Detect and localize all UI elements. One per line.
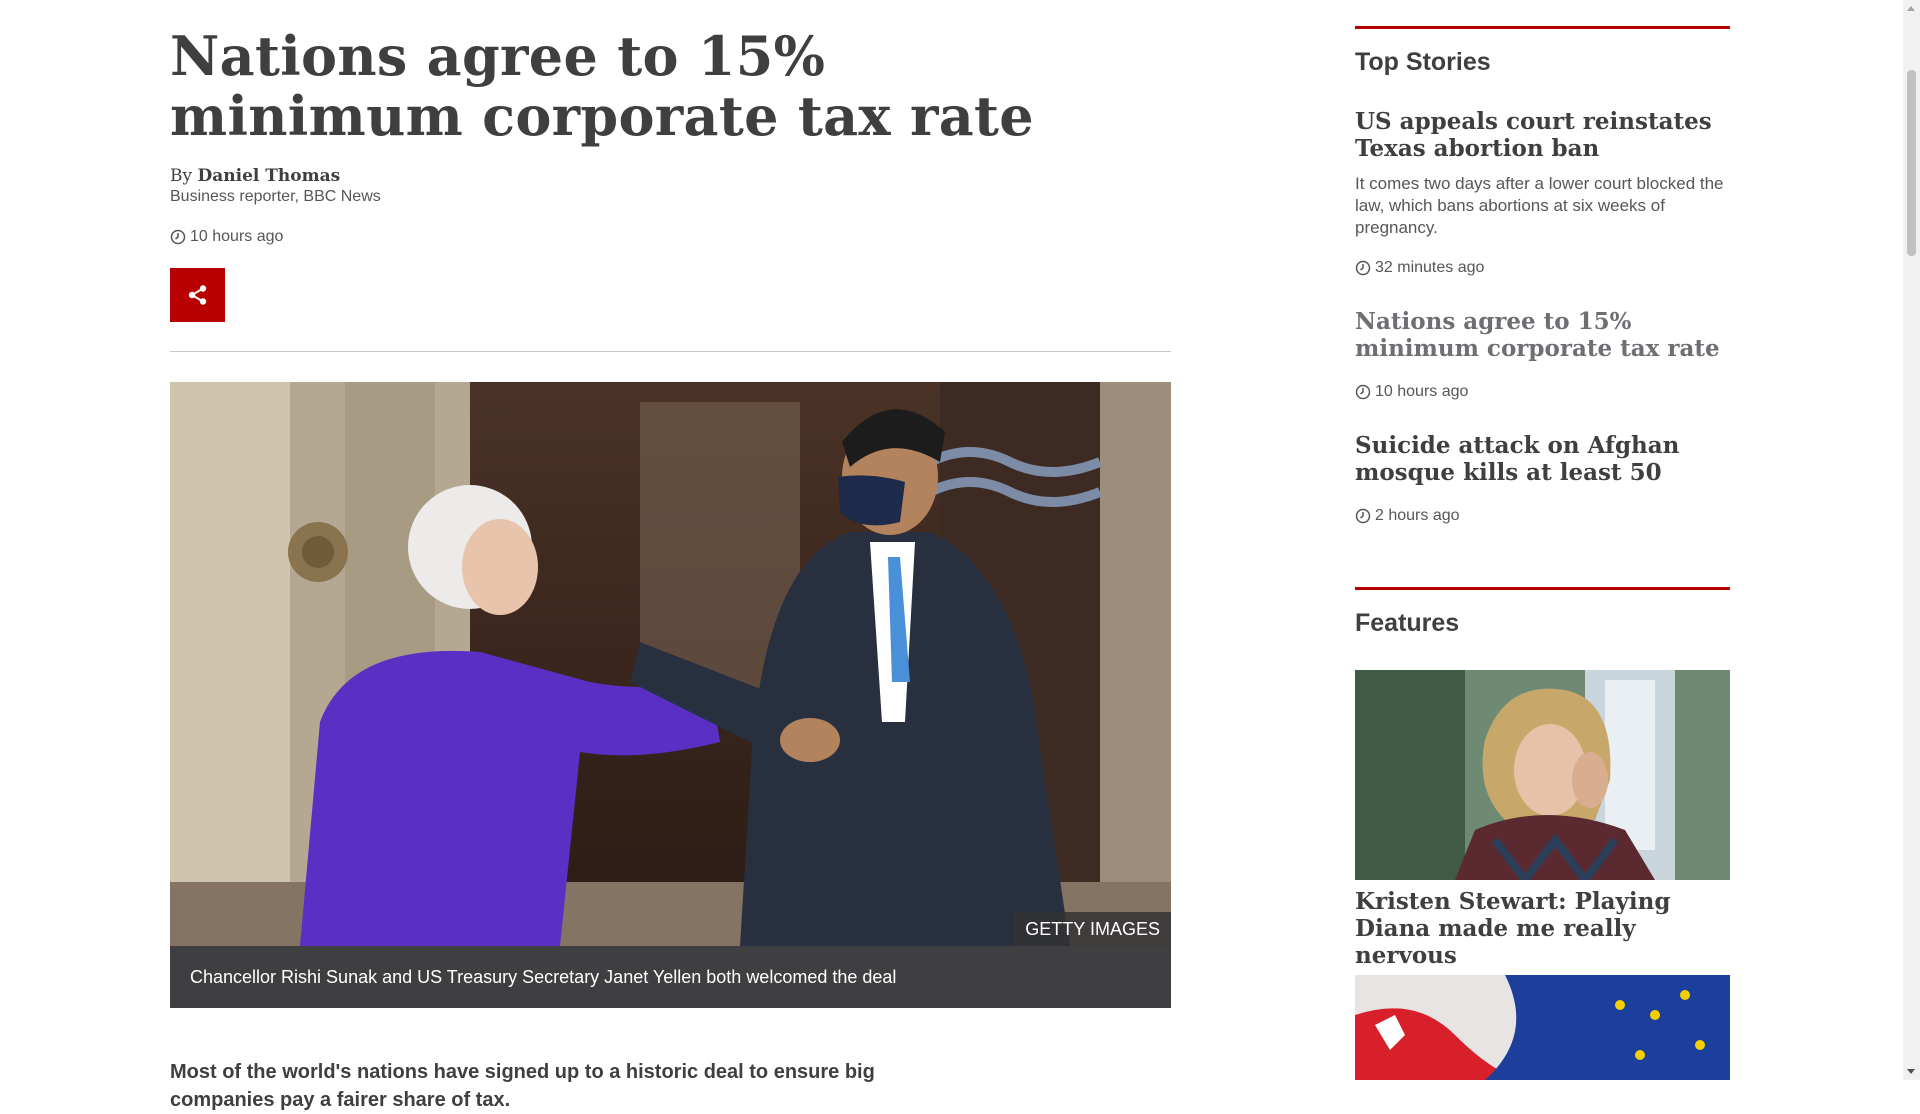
byline: By Daniel Thomas (170, 166, 340, 186)
image-credit: GETTY IMAGES (1014, 912, 1171, 946)
header-divider (170, 351, 1171, 352)
top-stories-heading: Top Stories (1355, 48, 1491, 76)
clock-icon (170, 229, 186, 245)
scroll-thumb[interactable] (1907, 70, 1916, 256)
top-story-time-2: 10 hours ago (1355, 383, 1468, 401)
top-story-link-2[interactable]: Nations agree to 15% minimum corporate t… (1355, 308, 1730, 362)
top-story-time-1: 32 minutes ago (1355, 259, 1484, 277)
share-button[interactable] (170, 268, 225, 322)
scrollbar[interactable] (1903, 0, 1920, 1080)
article-headline: Nations agree to 15% minimum corporate t… (170, 24, 1034, 148)
top-stories-rule (1355, 26, 1730, 29)
article-photo (170, 382, 1171, 946)
top-story-time-text-3: 2 hours ago (1375, 507, 1460, 524)
clock-icon (1355, 384, 1371, 400)
author-name: Daniel Thomas (197, 166, 341, 186)
features-rule (1355, 587, 1730, 590)
byline-prefix: By (170, 166, 198, 186)
author-role: Business reporter, BBC News (170, 188, 381, 205)
article-time: 10 hours ago (190, 228, 284, 245)
top-story-time-3: 2 hours ago (1355, 507, 1460, 525)
top-story-time-text-1: 32 minutes ago (1375, 259, 1485, 276)
top-story-link-1[interactable]: US appeals court reinstates Texas aborti… (1355, 108, 1730, 162)
feature-image-1[interactable] (1355, 670, 1730, 880)
share-icon (188, 285, 206, 305)
feature-image-2[interactable] (1355, 975, 1730, 1080)
feature-link-1[interactable]: Kristen Stewart: Playing Diana made me r… (1355, 888, 1730, 969)
image-caption: Chancellor Rishi Sunak and US Treasury S… (170, 946, 1171, 1008)
top-story-time-text-2: 10 hours ago (1375, 383, 1469, 400)
scroll-up-arrow-icon[interactable] (1907, 6, 1915, 11)
article-figure: GETTY IMAGES Chancellor Rishi Sunak and … (170, 382, 1171, 1008)
article-lede: Most of the world's nations have signed … (170, 1061, 875, 1111)
clock-icon (1355, 508, 1371, 524)
features-heading: Features (1355, 609, 1460, 637)
article-timestamp: 10 hours ago (170, 228, 283, 246)
top-story-link-3[interactable]: Suicide attack on Afghan mosque kills at… (1355, 432, 1730, 486)
top-story-summary-1: It comes two days after a lower court bl… (1355, 174, 1724, 237)
clock-icon (1355, 260, 1371, 276)
scroll-down-arrow-icon[interactable] (1907, 1069, 1915, 1074)
